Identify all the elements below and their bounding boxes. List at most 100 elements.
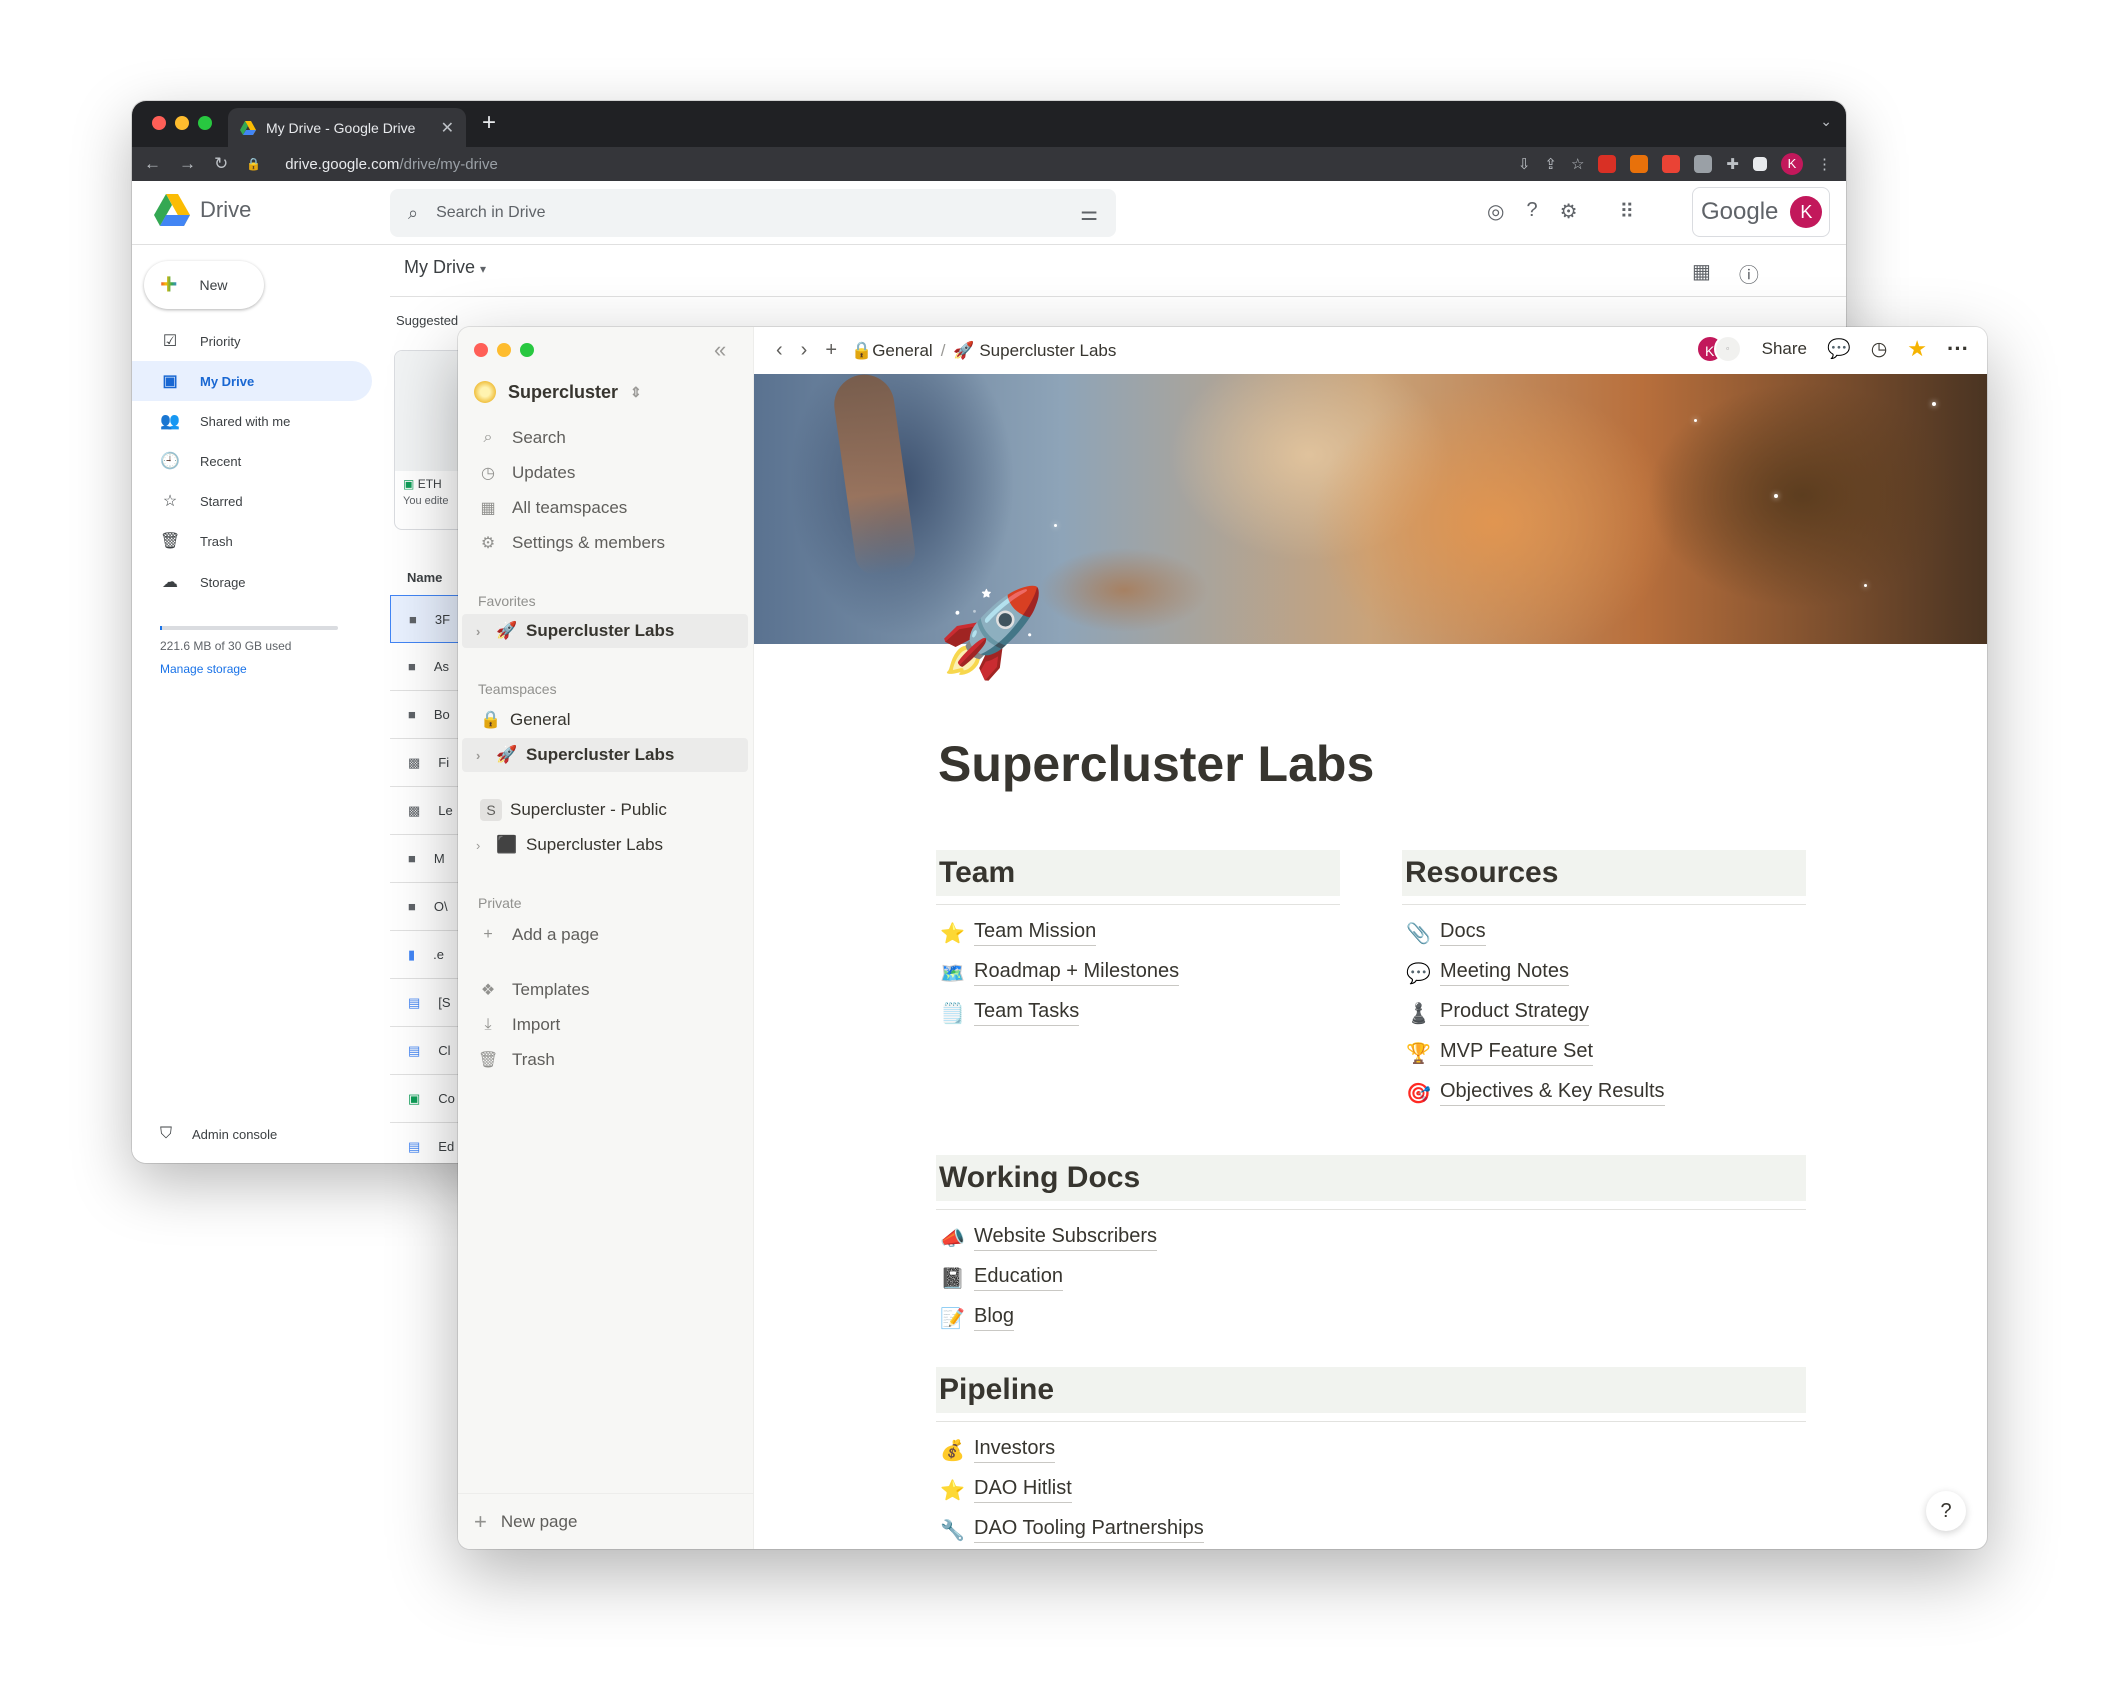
help-icon[interactable]: ? — [1526, 199, 1537, 224]
extension-s-icon[interactable] — [1662, 155, 1681, 173]
nav-storage[interactable]: ☁ Storage — [132, 562, 372, 602]
close-window-button[interactable] — [152, 116, 166, 130]
reload-icon[interactable]: ↻ — [214, 154, 228, 174]
forward-icon[interactable]: › — [801, 339, 808, 362]
link-dao-tooling[interactable]: 🔧 DAO Tooling Partnerships — [940, 1517, 1204, 1543]
grid-view-icon[interactable]: ▦ — [1692, 259, 1711, 288]
nav-recent[interactable]: 🕘 Recent — [132, 441, 372, 481]
tab-search-chevron-icon[interactable]: ⌄ — [1820, 113, 1832, 130]
side-panel-icon[interactable] — [1753, 157, 1767, 171]
menu-all-teamspaces[interactable]: ▦ All teamspaces — [458, 490, 754, 525]
comments-icon[interactable]: 💬 — [1827, 337, 1851, 361]
tab-close-icon[interactable]: ✕ — [441, 118, 454, 138]
share-icon[interactable]: ⇪ — [1544, 155, 1557, 173]
nav-my-drive[interactable]: ▣ My Drive — [132, 361, 372, 401]
link-education[interactable]: 📓 Education — [940, 1265, 1063, 1291]
maximize-window-button[interactable] — [198, 116, 212, 130]
breadcrumb-general[interactable]: 🔒General — [851, 341, 933, 361]
sidebar-page-supercluster-labs-2[interactable]: › 🚀 Supercluster Labs — [462, 738, 748, 772]
bookmark-star-icon[interactable]: ☆ — [1571, 155, 1584, 173]
manage-storage-link[interactable]: Manage storage — [160, 662, 247, 676]
link-team-mission[interactable]: ⭐ Team Mission — [940, 920, 1097, 946]
page-title[interactable]: Supercluster Labs — [938, 735, 1374, 793]
sidebar-teamspace-general[interactable]: 🔒 General — [462, 703, 748, 737]
menu-import[interactable]: ⤓ Import — [458, 1007, 754, 1042]
menu-settings[interactable]: ⚙ Settings & members — [458, 525, 754, 560]
menu-templates[interactable]: ❖ Templates — [458, 972, 754, 1007]
profile-avatar[interactable]: K — [1781, 153, 1803, 175]
collapse-sidebar-icon[interactable]: « — [714, 337, 726, 363]
more-options-icon[interactable]: ··· — [1947, 336, 1969, 362]
nav-priority[interactable]: ☑ Priority — [132, 321, 372, 361]
extension-icons: ⇩ ⇪ ☆ ✚ K ⋮ — [1518, 153, 1832, 175]
menu-updates[interactable]: ◷ Updates — [458, 455, 754, 490]
apps-grid-icon[interactable]: ⠿ — [1620, 199, 1635, 224]
maximize-window-button[interactable] — [520, 343, 534, 357]
new-button[interactable]: + New — [144, 261, 264, 309]
extensions-puzzle-icon[interactable]: ✚ — [1726, 155, 1739, 173]
metamask-icon[interactable] — [1630, 155, 1649, 173]
link-blog[interactable]: 📝 Blog — [940, 1305, 1015, 1331]
forward-icon[interactable]: → — [179, 154, 196, 174]
sidebar-page-supercluster-labs[interactable]: › 🚀 Supercluster Labs — [462, 614, 748, 648]
collaborator-avatars[interactable]: K ◦ — [1695, 335, 1742, 363]
new-tab-button[interactable]: + — [482, 109, 496, 137]
search-options-icon[interactable]: ⚌ — [1080, 201, 1098, 226]
heading-working-docs[interactable]: Working Docs — [936, 1155, 1806, 1201]
admin-console-link[interactable]: ⛉ Admin console — [160, 1125, 277, 1143]
address-bar[interactable]: drive.google.com/drive/my-drive — [285, 156, 498, 173]
link-dao-hitlist[interactable]: ⭐ DAO Hitlist — [940, 1477, 1072, 1503]
link-meeting-notes[interactable]: 💬 Meeting Notes — [1406, 960, 1569, 986]
name-column-header[interactable]: Name — [407, 570, 442, 585]
my-drive-dropdown[interactable]: My Drive ▾ — [404, 257, 486, 278]
link-team-tasks[interactable]: 🗒️ Team Tasks — [940, 1000, 1080, 1026]
expand-chevron-icon[interactable]: › — [476, 748, 488, 763]
install-icon[interactable]: ⇩ — [1518, 155, 1531, 173]
history-clock-icon[interactable]: ◷ — [1871, 338, 1888, 361]
link-product-strategy[interactable]: ♟️ Product Strategy — [1406, 1000, 1589, 1026]
menu-trash[interactable]: 🗑 Trash — [458, 1042, 754, 1077]
workspace-switcher[interactable]: Supercluster ⇕ — [474, 381, 642, 403]
sidebar-teamspace-supercluster-labs[interactable]: › ⬛ Supercluster Labs — [462, 828, 748, 862]
google-account-button[interactable]: Google K — [1692, 187, 1830, 237]
drive-logo[interactable]: Drive — [154, 194, 251, 226]
lock-icon[interactable]: 🔒 — [246, 157, 261, 171]
minimize-window-button[interactable] — [497, 343, 511, 357]
nav-trash[interactable]: 🗑 Trash — [132, 521, 372, 561]
heading-pipeline[interactable]: Pipeline — [936, 1367, 1806, 1413]
link-roadmap[interactable]: 🗺️ Roadmap + Milestones — [940, 960, 1180, 986]
expand-chevron-icon[interactable]: › — [476, 624, 488, 639]
sidebar-teamspace-public[interactable]: S Supercluster - Public — [462, 793, 748, 827]
link-okrs[interactable]: 🎯 Objectives & Key Results — [1406, 1080, 1665, 1106]
drive-search-input[interactable]: ⌕ Search in Drive ⚌ — [390, 189, 1116, 237]
nav-shared-with-me[interactable]: 👥 Shared with me — [132, 401, 372, 441]
share-button[interactable]: Share — [1762, 339, 1807, 359]
browser-menu-icon[interactable]: ⋮ — [1817, 155, 1832, 173]
link-docs[interactable]: 📎 Docs — [1406, 920, 1486, 946]
extension-cube-icon[interactable] — [1694, 155, 1713, 173]
link-website-subscribers[interactable]: 📣 Website Subscribers — [940, 1225, 1158, 1251]
offline-ready-icon[interactable]: ◎ — [1487, 199, 1504, 224]
back-icon[interactable]: ← — [144, 154, 161, 174]
help-button[interactable]: ? — [1926, 1491, 1966, 1531]
minimize-window-button[interactable] — [175, 116, 189, 130]
new-page-plus-icon[interactable]: + — [825, 339, 837, 362]
extension-red-icon[interactable] — [1598, 155, 1617, 173]
menu-search[interactable]: ⌕ Search — [458, 420, 754, 455]
close-window-button[interactable] — [474, 343, 488, 357]
favorite-star-icon[interactable]: ★ — [1907, 336, 1927, 362]
back-icon[interactable]: ‹ — [776, 339, 783, 362]
heading-team[interactable]: Team — [936, 850, 1340, 896]
info-icon[interactable]: ⓘ — [1739, 259, 1759, 288]
tab-my-drive[interactable]: My Drive - Google Drive ✕ — [228, 108, 466, 147]
page-icon-rocket[interactable]: 🚀 — [938, 590, 1045, 676]
link-investors[interactable]: 💰 Investors — [940, 1437, 1056, 1463]
new-page-button[interactable]: + New page — [458, 1493, 754, 1549]
heading-resources[interactable]: Resources — [1402, 850, 1806, 896]
settings-gear-icon[interactable]: ⚙ — [1560, 199, 1578, 224]
add-page-button[interactable]: + Add a page — [458, 917, 754, 952]
link-mvp-feature-set[interactable]: 🏆 MVP Feature Set — [1406, 1040, 1594, 1066]
expand-chevron-icon[interactable]: › — [476, 838, 488, 853]
breadcrumb-current[interactable]: 🚀 Supercluster Labs — [953, 341, 1116, 361]
nav-starred[interactable]: ☆ Starred — [132, 481, 372, 521]
